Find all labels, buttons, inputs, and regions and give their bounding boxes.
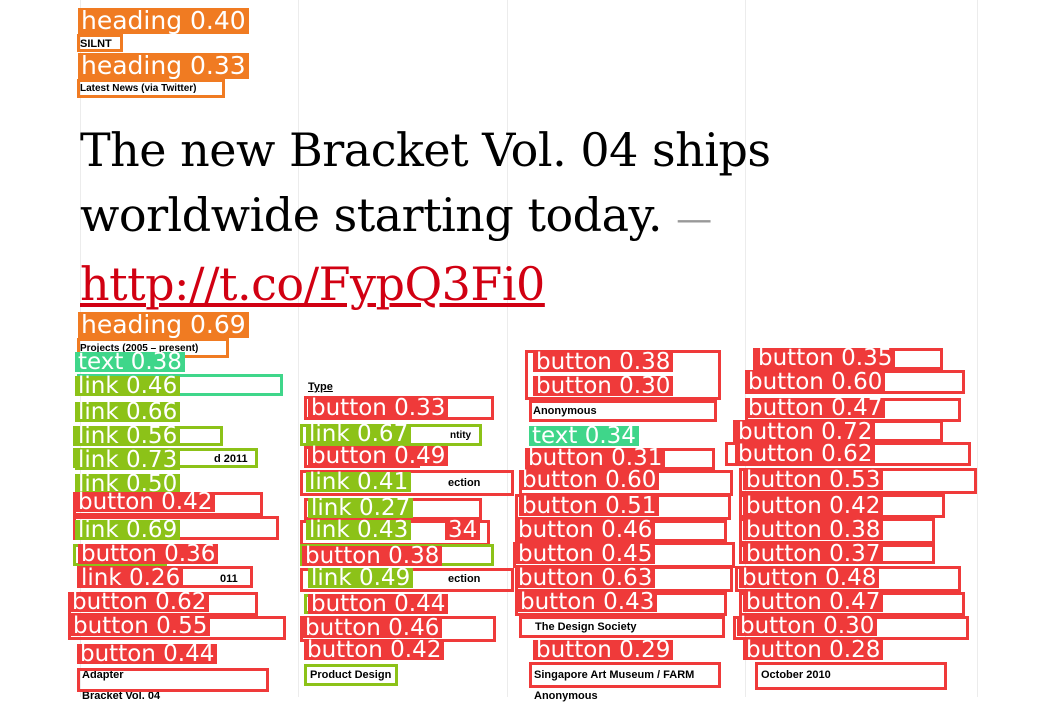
detection-tag: button 0.42 <box>75 491 216 514</box>
detection-tag: link 0.56 <box>75 425 181 448</box>
detection-box <box>519 616 725 638</box>
detection-tag: button 0.44 <box>308 593 449 616</box>
detection-tag: button 0.60 <box>519 469 660 492</box>
detection-box <box>755 662 947 690</box>
detection-tag: button 0.51 <box>519 495 660 518</box>
detection-tag: button 0.45 <box>515 543 656 566</box>
detection-tag: button 0.42 <box>743 495 884 518</box>
tweet-text: The new Bracket Vol. 04 ships worldwide … <box>80 118 880 317</box>
detection-tag: button 0.36 <box>78 543 219 566</box>
detection-tag: text 0.34 <box>529 425 639 448</box>
detection-tag: button 0.47 <box>743 591 884 614</box>
detection-tag: 34 <box>445 519 481 542</box>
detection-tag: heading 0.33 <box>78 53 249 79</box>
detection-box <box>529 400 717 422</box>
detection-tag: button 0.38 <box>533 351 674 374</box>
detection-tag: link 0.26 <box>78 567 184 590</box>
detection-tag: button 0.38 <box>302 545 443 568</box>
detection-tag: button 0.60 <box>745 371 886 394</box>
detection-tag: button 0.48 <box>739 567 880 590</box>
detection-tag: link 0.67 <box>306 423 412 446</box>
detection-tag: button 0.62 <box>69 591 210 614</box>
detection-box <box>529 662 721 688</box>
detection-tag: button 0.33 <box>308 397 449 420</box>
detection-tag: button 0.47 <box>745 397 886 420</box>
tweet-link[interactable]: http://t.co/FypQ3Fi0 <box>80 257 545 311</box>
detection-tag: button 0.38 <box>743 519 884 542</box>
detection-tag: link 0.69 <box>75 519 181 542</box>
detection-tag: heading 0.69 <box>78 312 249 338</box>
detection-tag: link 0.46 <box>75 375 181 398</box>
detection-tag: button 0.44 <box>77 643 218 666</box>
detection-tag: button 0.30 <box>737 615 878 638</box>
detection-tag: button 0.35 <box>755 347 896 370</box>
detection-tag: text 0.38 <box>75 351 185 374</box>
detection-tag: link 0.49 <box>308 567 414 590</box>
detection-tag: heading 0.40 <box>78 8 249 34</box>
detection-tag: link 0.41 <box>306 471 412 494</box>
detection-box <box>77 34 123 52</box>
detection-tag: button 0.31 <box>525 447 666 470</box>
detection-tag: link 0.43 <box>306 519 412 542</box>
tweet-dash: — <box>676 199 712 240</box>
detection-tag: button 0.37 <box>743 543 884 566</box>
detection-tag: link 0.66 <box>75 401 181 424</box>
detection-box <box>304 664 398 686</box>
detection-tag: button 0.29 <box>533 639 674 662</box>
detection-tag: link 0.73 <box>75 449 181 472</box>
detection-tag: button 0.46 <box>515 519 656 542</box>
type-column-heading[interactable]: Type <box>308 381 333 394</box>
detection-tag: button 0.46 <box>302 617 443 640</box>
detection-tag: button 0.42 <box>304 639 445 662</box>
detection-tag: button 0.49 <box>308 445 449 468</box>
detection-tag: button 0.30 <box>533 375 674 398</box>
detection-box <box>77 668 269 692</box>
detection-tag: button 0.53 <box>743 469 884 492</box>
detection-box <box>77 79 225 98</box>
column-guide <box>507 0 508 697</box>
detection-tag: button 0.28 <box>743 639 884 662</box>
detection-tag: button 0.43 <box>517 591 658 614</box>
detection-tag: button 0.62 <box>735 443 876 466</box>
detection-tag: link 0.27 <box>308 497 414 520</box>
detection-tag: button 0.63 <box>515 567 656 590</box>
detection-tag: button 0.55 <box>70 615 211 638</box>
detection-tag: button 0.72 <box>735 421 876 444</box>
column-guide <box>298 0 299 697</box>
column-guide <box>977 0 978 697</box>
tweet-body: The new Bracket Vol. 04 ships worldwide … <box>80 123 771 242</box>
